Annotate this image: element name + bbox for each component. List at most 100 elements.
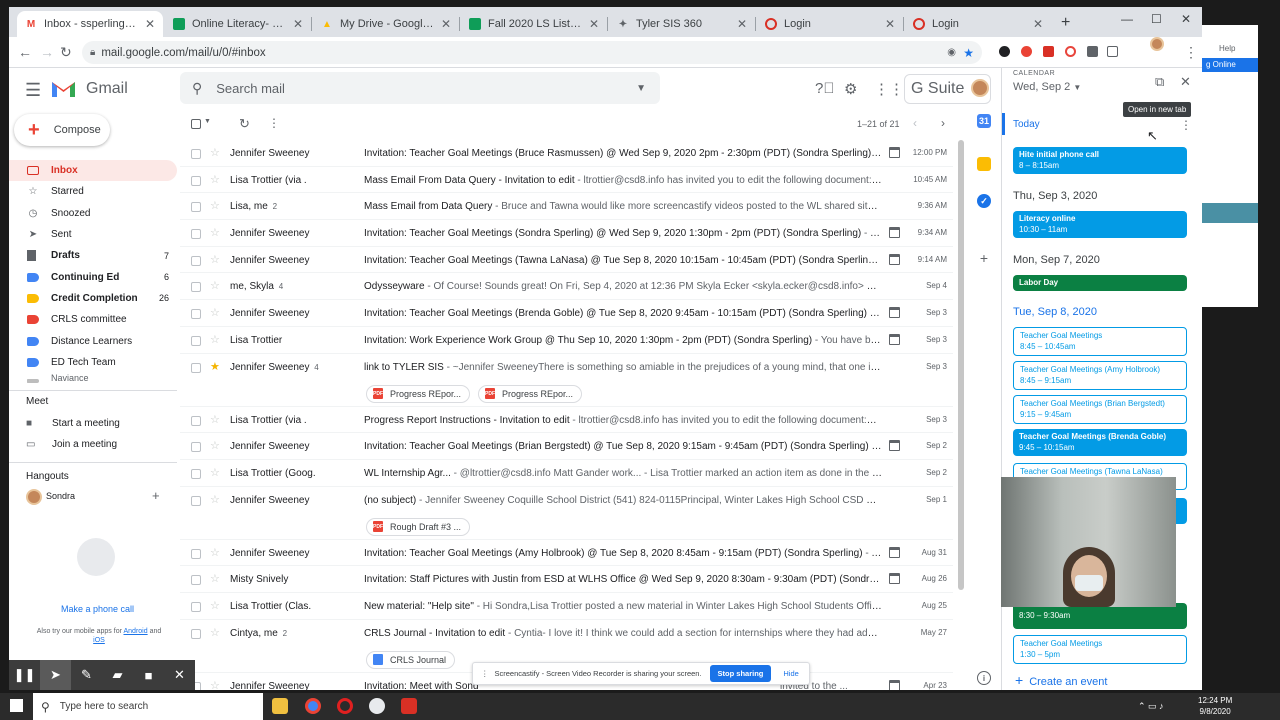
close-window-button[interactable]: ✕ <box>1181 12 1191 26</box>
close-icon[interactable]: ✕ <box>145 17 155 31</box>
make-phone-call-link[interactable]: Make a phone call <box>61 604 134 614</box>
stop-sharing-button[interactable]: Stop sharing <box>709 665 772 682</box>
new-tab-button[interactable]: + <box>1061 14 1070 32</box>
reload-icon[interactable]: ↻ <box>60 44 72 61</box>
compose-button[interactable]: + Compose <box>14 114 110 146</box>
calendar-date-picker[interactable]: Wed, Sep 2 ▼ <box>1013 81 1081 93</box>
email-row[interactable]: ☆ Misty Snively Invitation: Staff Picture… <box>180 566 953 593</box>
row-checkbox[interactable] <box>191 362 201 373</box>
row-checkbox[interactable] <box>191 601 201 612</box>
email-row[interactable]: ★ Jennifer Sweeney 4 link to TYLER SIS - ~… <box>180 354 953 407</box>
row-checkbox[interactable] <box>191 229 201 240</box>
search-bar[interactable]: ⚲ Search mail ▼ <box>180 72 660 104</box>
row-checkbox[interactable] <box>191 202 201 213</box>
add-contact-icon[interactable]: + <box>152 488 160 503</box>
event-card[interactable]: Labor Day <box>1013 275 1187 291</box>
event-card[interactable]: Teacher Goal Meetings (Brian Bergstedt) 9… <box>1013 395 1187 424</box>
email-row[interactable]: ☆ Lisa Trottier (Clas. New material: "Hel… <box>180 593 953 620</box>
email-row[interactable]: ☆ Lisa Trottier (Goog. WL Internship Agr.… <box>180 460 953 487</box>
nav-label-ed-tech-team[interactable]: ED Tech Team <box>9 352 177 373</box>
acrobat-icon[interactable] <box>401 698 417 714</box>
star-icon[interactable]: ☆ <box>210 413 220 426</box>
email-row[interactable]: ☆ Lisa Trottier Invitation: Work Experien… <box>180 327 953 354</box>
taskbar-search[interactable]: ⚲ Type here to search <box>33 693 263 720</box>
android-link[interactable]: Android <box>123 628 147 635</box>
attachment-chip[interactable]: PDF Progress REpor... <box>478 384 583 403</box>
today-button[interactable]: Today <box>1013 119 1040 130</box>
hangouts-user-name[interactable]: Sondra <box>46 491 75 501</box>
email-row[interactable]: ☆ Jennifer Sweeney (no subject) - Jennife… <box>180 487 953 540</box>
select-dropdown-icon[interactable]: ▼ <box>204 118 211 125</box>
row-checkbox[interactable] <box>191 495 201 506</box>
select-all-checkbox[interactable] <box>191 119 201 129</box>
close-icon[interactable]: ✕ <box>737 17 747 31</box>
email-row[interactable]: ☆ Jennifer Sweeney Invitation: Teacher Go… <box>180 140 953 167</box>
star-icon[interactable]: ★ <box>210 360 220 373</box>
nav-inbox[interactable]: Inbox <box>9 160 177 182</box>
star-icon[interactable]: ☆ <box>210 279 220 292</box>
open-new-tab-icon[interactable]: ⧉ <box>1155 74 1164 90</box>
app-icon[interactable] <box>337 698 353 714</box>
file-explorer-icon[interactable] <box>272 698 288 714</box>
email-row[interactable]: ☆ Lisa, me 2 Mass Email from Data Query - … <box>180 193 953 221</box>
event-card[interactable]: Literacy online 10:30 – 11am <box>1013 211 1187 238</box>
star-icon[interactable]: ☆ <box>210 493 220 506</box>
nav-drafts[interactable]: Drafts 7 <box>9 245 177 266</box>
row-checkbox[interactable] <box>191 149 201 159</box>
search-options-icon[interactable]: ▼ <box>636 83 646 94</box>
star-icon[interactable]: ☆ <box>210 466 220 479</box>
tab-inbox[interactable]: M Inbox - ssperling@csd8.info ✕ <box>17 11 163 37</box>
more-options-icon[interactable]: ⋮ <box>268 116 280 130</box>
star-icon[interactable]: ☆ <box>210 626 220 639</box>
row-checkbox[interactable] <box>191 628 201 639</box>
bookmark-star-icon[interactable]: ★ <box>963 46 974 60</box>
email-row[interactable]: ☆ Jennifer Sweeney Invitation: Teacher Go… <box>180 300 953 327</box>
search-icon[interactable]: ⚲ <box>192 80 202 97</box>
tab-online-literacy[interactable]: Online Literacy- Mrs. Sperling ✕ <box>165 11 311 37</box>
eye-icon[interactable]: ◉ <box>947 47 956 58</box>
email-row[interactable]: ☆ Lisa Trottier (via . Progress Report In… <box>180 407 953 434</box>
apps-grid-icon[interactable]: ⋮⋮ <box>874 80 904 98</box>
event-card[interactable]: Teacher Goal Meetings 1:30 – 5pm <box>1013 635 1187 664</box>
ios-link[interactable]: iOS <box>93 637 105 644</box>
calendar-icon[interactable]: 31 <box>977 114 991 128</box>
tab-fall-2020[interactable]: Fall 2020 LS List Sperling - Go ✕ <box>461 11 607 37</box>
row-checkbox[interactable] <box>191 255 201 266</box>
row-checkbox[interactable] <box>191 175 201 186</box>
tasks-icon[interactable]: ✓ <box>977 194 991 208</box>
row-checkbox[interactable] <box>191 415 201 426</box>
forward-icon[interactable]: → <box>40 44 54 60</box>
tab-tyler-sis[interactable]: ✦ Tyler SIS 360 ✕ <box>609 11 755 37</box>
event-card[interactable]: Teacher Goal Meetings (Brenda Goble) 9:45… <box>1013 429 1187 456</box>
scrollbar[interactable] <box>958 140 964 590</box>
help-icon[interactable]: ?⃝ <box>815 80 835 97</box>
clock[interactable]: 12:24 PM 9/8/2020 <box>1198 695 1232 717</box>
minimize-button[interactable]: — <box>1121 12 1133 26</box>
info-icon[interactable]: i <box>977 671 991 685</box>
row-checkbox[interactable] <box>191 442 201 453</box>
email-row[interactable]: ☆ Jennifer Sweeney Invitation: Teacher Go… <box>180 220 953 247</box>
hide-button[interactable]: Hide <box>783 669 798 678</box>
attachment-chip[interactable]: PDF Progress REpor... <box>366 384 471 403</box>
settings-icon[interactable]: ⚙ <box>844 80 857 98</box>
close-icon[interactable]: ✕ <box>589 17 599 31</box>
email-row[interactable]: ☆ Jennifer Sweeney Invitation: Teacher Go… <box>180 540 953 567</box>
pen-tool-icon[interactable]: ✎ <box>71 667 102 683</box>
system-tray-icons[interactable]: ⌃ ▭ ♪ <box>1138 701 1164 712</box>
close-icon[interactable]: ✕ <box>293 17 303 31</box>
puzzle-icon[interactable] <box>1087 46 1098 57</box>
chrome-menu-icon[interactable]: ⋮ <box>1184 44 1198 61</box>
star-icon[interactable]: ☆ <box>210 226 220 239</box>
refresh-icon[interactable]: ↻ <box>239 116 250 132</box>
nav-label-naviance[interactable]: Naviance <box>9 373 177 383</box>
extension-icon[interactable] <box>1043 46 1054 57</box>
close-icon[interactable]: ✕ <box>885 17 895 31</box>
join-meeting-link[interactable]: ▭ Join a meeting <box>26 439 117 450</box>
add-addon-icon[interactable]: + <box>977 250 991 266</box>
keep-icon[interactable] <box>977 157 991 171</box>
email-row[interactable]: ☆ Jennifer Sweeney Invitation: Teacher Go… <box>180 247 953 274</box>
nav-label-continuing-ed[interactable]: Continuing Ed 6 <box>9 266 177 287</box>
email-row[interactable]: ☆ Lisa Trottier (via . Mass Email From Da… <box>180 167 953 194</box>
windows-start-icon[interactable] <box>10 699 23 712</box>
tab-login-2[interactable]: Login ✕ <box>905 11 1051 37</box>
